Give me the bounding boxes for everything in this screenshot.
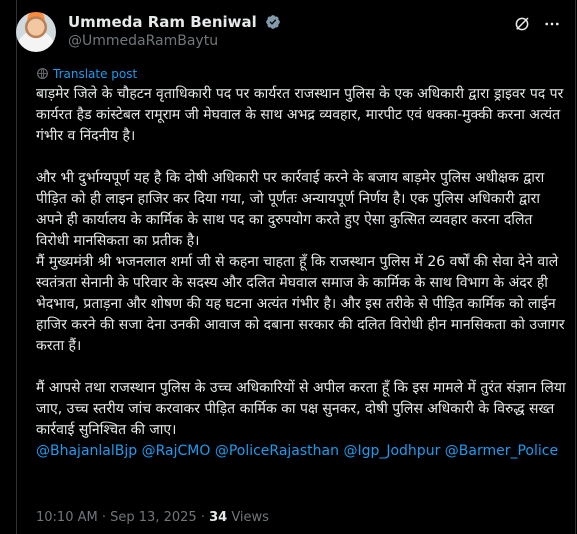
avatar[interactable] xyxy=(16,12,56,52)
post-paragraph: बाड़मेर जिले के चौहटन वृताधिकारी पद पर क… xyxy=(36,86,564,144)
mention-link[interactable]: @BhajanlalBjp xyxy=(36,443,137,459)
post-paragraph: मैं आपसे तथा राजस्थान पुलिस के उच्च अधिक… xyxy=(36,380,566,438)
verified-badge-icon xyxy=(266,15,280,29)
mention-link[interactable]: @Barmer_Police xyxy=(445,443,558,459)
author-handle[interactable]: @UmmedaRamBaytu xyxy=(68,33,218,49)
more-options-icon[interactable] xyxy=(543,15,561,33)
translate-post-link[interactable]: Translate post xyxy=(36,67,137,81)
author-name[interactable]: Ummeda Ram Beniwal xyxy=(68,13,281,31)
post-time[interactable]: 10:10 AM xyxy=(36,510,98,525)
mention-link[interactable]: @RajCMO xyxy=(142,443,211,459)
author-name-text[interactable]: Ummeda Ram Beniwal xyxy=(68,13,257,31)
grok-icon[interactable] xyxy=(513,15,531,33)
post-paragraph: मैं मुख्यमंत्री श्री भजनलाल शर्मा जी से … xyxy=(36,254,565,354)
post-body: बाड़मेर जिले के चौहटन वृताधिकारी पद पर क… xyxy=(36,84,566,462)
views-count: 34 xyxy=(209,510,228,525)
post-meta: 10:10 AM · Sep 13, 2025 · 34 Views xyxy=(36,510,269,525)
post-date[interactable]: Sep 13, 2025 xyxy=(110,510,197,525)
mentions: @BhajanlalBjp @RajCMO @PoliceRajasthan @… xyxy=(36,441,566,462)
meta-separator: · xyxy=(101,510,106,525)
post-paragraph: और भी दुर्भाग्यपूर्ण यह है कि दोषी अधिका… xyxy=(36,170,545,249)
translate-post-label[interactable]: Translate post xyxy=(53,67,137,81)
mention-link[interactable]: @PoliceRajasthan xyxy=(215,443,339,459)
post-header: Ummeda Ram Beniwal @UmmedaRamBaytu xyxy=(16,10,561,54)
views-label: Views xyxy=(231,510,269,525)
mention-link[interactable]: @Igp_Jodhpur xyxy=(343,443,440,459)
meta-separator: · xyxy=(200,510,205,525)
translate-icon xyxy=(37,68,48,79)
